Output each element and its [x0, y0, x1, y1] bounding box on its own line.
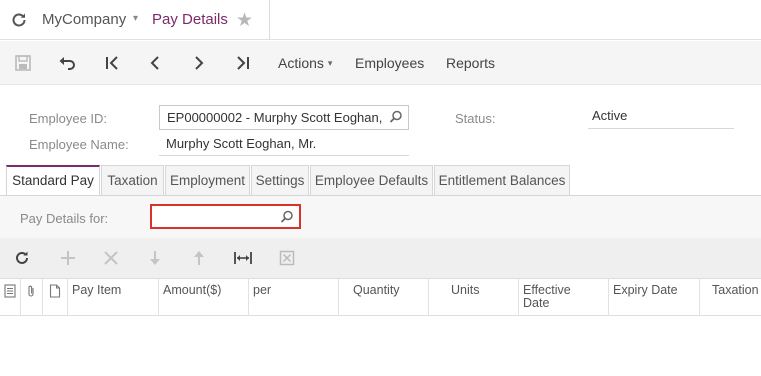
column-taxation[interactable]: Taxation	[700, 279, 761, 316]
actions-menu-label: Actions	[278, 55, 324, 71]
arrow-up-icon[interactable]	[189, 248, 209, 268]
breadcrumb-company[interactable]: MyCompany	[42, 11, 126, 28]
status-field[interactable]: Active	[588, 108, 734, 129]
fit-columns-icon[interactable]	[233, 248, 253, 268]
paperclip-icon	[28, 285, 34, 297]
employees-button[interactable]: Employees	[355, 55, 424, 71]
column-attachments[interactable]	[21, 279, 43, 316]
add-row-icon[interactable]	[58, 248, 78, 268]
tab-settings[interactable]: Settings	[251, 165, 309, 196]
column-expiry-date[interactable]: Expiry Date	[609, 279, 700, 316]
chevron-down-icon[interactable]: ▾	[133, 13, 138, 24]
chevron-down-icon: ▾	[327, 58, 333, 68]
first-record-icon[interactable]	[102, 53, 122, 73]
grid-header: Pay Item Amount($) per Quantity Units Ef…	[0, 278, 761, 316]
next-record-icon[interactable]	[189, 53, 209, 73]
arrow-down-icon[interactable]	[145, 248, 165, 268]
clear-filter-icon[interactable]	[277, 248, 297, 268]
tab-employee-defaults[interactable]: Employee Defaults	[310, 165, 433, 196]
column-row-selector[interactable]	[0, 279, 21, 316]
status-label: Status:	[455, 111, 496, 126]
search-icon[interactable]	[389, 110, 403, 124]
undo-icon[interactable]	[57, 53, 77, 73]
column-effective-date-label: Effective Date	[523, 283, 571, 310]
row-selector-icon	[4, 284, 16, 298]
grid-body	[0, 317, 761, 376]
column-quantity[interactable]: Quantity	[339, 279, 429, 316]
tab-employment[interactable]: Employment	[165, 165, 250, 196]
note-icon	[49, 284, 61, 298]
previous-record-icon[interactable]	[145, 53, 165, 73]
column-pay-item[interactable]: Pay Item	[68, 279, 159, 316]
refresh-icon[interactable]	[10, 11, 28, 29]
tab-standard-pay[interactable]: Standard Pay	[6, 165, 100, 196]
employee-name-label: Employee Name:	[29, 137, 129, 152]
search-icon[interactable]	[280, 210, 294, 224]
employee-name-value: Murphy Scott Eoghan, Mr.	[166, 136, 317, 151]
actions-menu[interactable]: Actions ▾	[278, 55, 332, 71]
star-icon[interactable]: ★	[236, 9, 253, 32]
filter-row: Pay Details for:	[0, 196, 761, 238]
employee-id-selector[interactable]: EP00000002 - Murphy Scott Eoghan,	[159, 105, 409, 130]
column-per[interactable]: per	[249, 279, 339, 316]
reports-button[interactable]: Reports	[446, 55, 495, 71]
pay-details-for-selector[interactable]	[150, 204, 301, 229]
summary-form: Employee ID: EP00000002 - Murphy Scott E…	[0, 86, 761, 164]
employee-name-field: Murphy Scott Eoghan, Mr.	[159, 136, 409, 156]
employee-id-value: EP00000002 - Murphy Scott Eoghan,	[167, 110, 383, 125]
tab-entitlement-balances[interactable]: Entitlement Balances	[434, 165, 570, 196]
column-units[interactable]: Units	[429, 279, 519, 316]
column-amount[interactable]: Amount($)	[159, 279, 249, 316]
save-icon[interactable]	[13, 53, 33, 73]
delete-row-icon[interactable]	[101, 248, 121, 268]
employee-id-label: Employee ID:	[29, 111, 108, 126]
grid-toolbar	[0, 238, 761, 278]
breadcrumb: MyCompany ▾ Pay Details ★	[0, 0, 270, 40]
pay-details-for-label: Pay Details for:	[20, 211, 109, 226]
page-title: Pay Details	[152, 11, 228, 28]
title-bar: MyCompany ▾ Pay Details ★	[0, 0, 761, 40]
column-notes[interactable]	[43, 279, 68, 316]
last-record-icon[interactable]	[233, 53, 253, 73]
main-toolbar: Actions ▾ Employees Reports	[0, 41, 761, 85]
column-effective-date[interactable]: Effective Date	[519, 279, 609, 316]
tab-taxation[interactable]: Taxation	[101, 165, 164, 196]
status-value: Active	[592, 108, 628, 123]
refresh-icon[interactable]	[12, 248, 32, 268]
